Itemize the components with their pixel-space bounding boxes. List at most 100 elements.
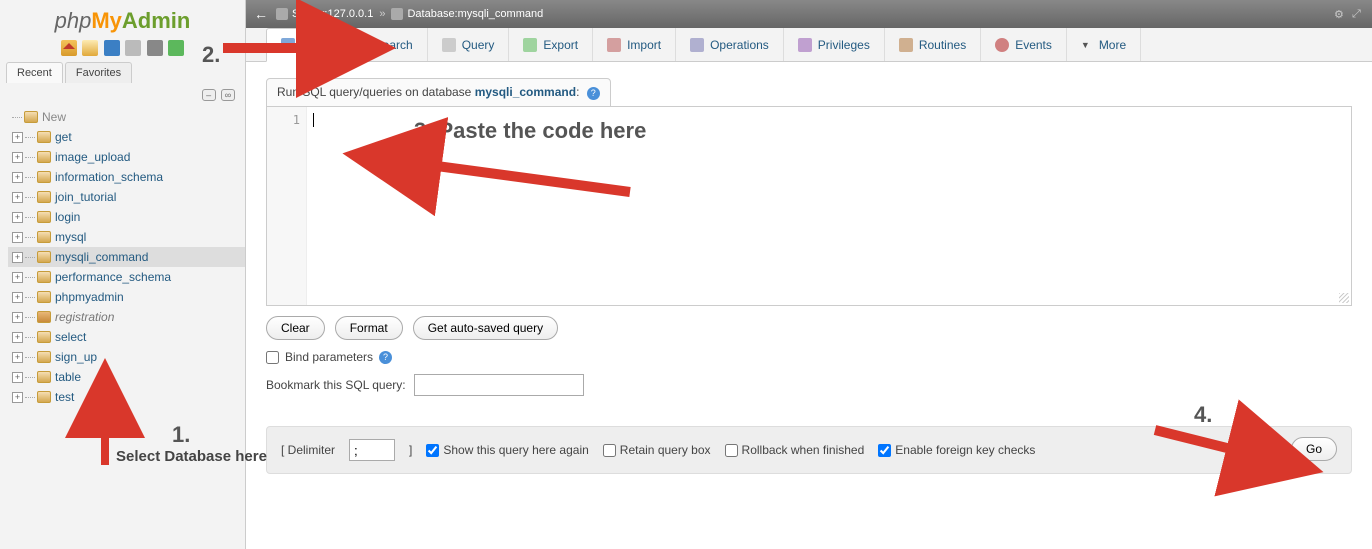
navi-icon[interactable] <box>125 40 141 56</box>
expand-icon[interactable]: ⤢ <box>1352 8 1364 20</box>
database-icon <box>37 311 51 323</box>
export-icon <box>523 38 537 52</box>
tree-item-registration[interactable]: + registration <box>8 307 245 327</box>
expand-icon[interactable]: + <box>12 352 23 363</box>
expand-icon[interactable]: + <box>12 272 23 283</box>
tab-favorites[interactable]: Favorites <box>65 62 132 83</box>
retain-option[interactable]: Retain query box <box>603 443 711 457</box>
tab-query[interactable]: Query <box>428 28 510 61</box>
expand-icon[interactable]: + <box>12 192 23 203</box>
editor-textarea[interactable] <box>307 107 1351 305</box>
collapse-all-icon[interactable]: – <box>202 89 216 101</box>
expand-icon[interactable]: + <box>12 152 23 163</box>
tree-item-table[interactable]: +table <box>8 367 245 387</box>
tree-item-image-upload[interactable]: +image_upload <box>8 147 245 167</box>
expand-icon[interactable]: + <box>12 252 23 263</box>
fk-checkbox[interactable] <box>878 444 891 457</box>
expand-icon[interactable]: + <box>12 312 23 323</box>
panel-pre: Run SQL query/queries on database <box>277 85 475 99</box>
tab-more[interactable]: ▼More <box>1067 28 1141 61</box>
tree-item-label: login <box>55 210 80 224</box>
tab-privileges[interactable]: Privileges <box>784 28 885 61</box>
tree-item-label: phpmyadmin <box>55 290 124 304</box>
tab-routines-label: Routines <box>919 38 966 52</box>
show-again-checkbox[interactable] <box>426 444 439 457</box>
tree-item-login[interactable]: + login <box>8 207 245 227</box>
back-arrow-icon[interactable]: ← <box>254 6 268 22</box>
docs-icon[interactable] <box>104 40 120 56</box>
show-again-option[interactable]: Show this query here again <box>426 443 588 457</box>
tab-sql[interactable]: SQL <box>266 28 341 62</box>
logout-icon[interactable] <box>82 40 98 56</box>
tree-item-mysqli-command[interactable]: +mysqli_command <box>8 247 245 267</box>
expand-icon[interactable]: + <box>12 132 23 143</box>
sql-panel-header: Run SQL query/queries on database mysqli… <box>266 78 611 107</box>
go-button[interactable]: Go <box>1291 437 1337 461</box>
rollback-checkbox[interactable] <box>725 444 738 457</box>
fk-option[interactable]: Enable foreign key checks <box>878 443 1035 457</box>
tree-item-join-tutorial[interactable]: +join_tutorial <box>8 187 245 207</box>
reload-icon[interactable] <box>168 40 184 56</box>
tree-item-phpmyadmin[interactable]: + phpmyadmin <box>8 287 245 307</box>
sql-editor[interactable]: 1 <box>266 106 1352 306</box>
expand-icon[interactable]: + <box>12 332 23 343</box>
server-name[interactable]: 127.0.0.1 <box>327 8 373 20</box>
help-icon[interactable]: ? <box>379 351 392 364</box>
expand-icon[interactable]: + <box>12 212 23 223</box>
tab-query-label: Query <box>462 38 495 52</box>
expand-icon[interactable]: + <box>12 392 23 403</box>
expand-icon[interactable]: + <box>12 232 23 243</box>
delimiter-input[interactable] <box>349 439 395 461</box>
expand-icon[interactable]: + <box>12 172 23 183</box>
tree-item-get[interactable]: + get <box>8 127 245 147</box>
bookmark-input[interactable] <box>414 374 584 396</box>
tree-item-performance-schema[interactable]: +performance_schema <box>8 267 245 287</box>
tree-controls: – ∞ <box>0 83 245 105</box>
retain-checkbox[interactable] <box>603 444 616 457</box>
tree-item-sign-up[interactable]: +sign_up <box>8 347 245 367</box>
tab-search[interactable]: Search <box>341 28 428 61</box>
bind-params-checkbox[interactable] <box>266 351 279 364</box>
tab-operations[interactable]: Operations <box>676 28 784 61</box>
tab-routines[interactable]: Routines <box>885 28 981 61</box>
resize-handle-icon[interactable] <box>1339 293 1349 303</box>
tab-search-label: Search <box>375 38 413 52</box>
tree-item-information-schema[interactable]: +information_schema <box>8 167 245 187</box>
tree-connector <box>25 377 35 378</box>
tab-events[interactable]: Events <box>981 28 1067 61</box>
db-name[interactable]: mysqli_command <box>458 8 544 20</box>
tree-item-test[interactable]: +test <box>8 387 245 407</box>
autosaved-button[interactable]: Get auto-saved query <box>413 316 558 340</box>
clear-button[interactable]: Clear <box>266 316 325 340</box>
operations-icon <box>690 38 704 52</box>
tree-item-label: get <box>55 130 72 144</box>
tab-recent[interactable]: Recent <box>6 62 63 83</box>
tree-connector <box>25 357 35 358</box>
database-icon <box>37 271 51 283</box>
home-icon[interactable] <box>61 40 77 56</box>
footer-bar: [ Delimiter ] Show this query here again… <box>266 426 1352 474</box>
format-button[interactable]: Format <box>335 316 403 340</box>
fk-label: Enable foreign key checks <box>895 443 1035 457</box>
tree-item-label: registration <box>55 310 114 324</box>
tree-item-mysql[interactable]: +mysql <box>8 227 245 247</box>
tree-item-select[interactable]: + select <box>8 327 245 347</box>
sql-icon <box>281 38 295 52</box>
page-settings-icon[interactable]: ⚙ <box>1334 8 1346 20</box>
tree-item-label: select <box>55 330 86 344</box>
rollback-option[interactable]: Rollback when finished <box>725 443 865 457</box>
help-icon[interactable]: ? <box>587 87 600 100</box>
tab-import[interactable]: Import <box>593 28 676 61</box>
database-icon <box>37 191 51 203</box>
expand-icon[interactable]: + <box>12 372 23 383</box>
link-icon[interactable]: ∞ <box>221 89 235 101</box>
database-icon <box>37 251 51 263</box>
import-icon <box>607 38 621 52</box>
settings-icon[interactable] <box>147 40 163 56</box>
sidebar-icon-row <box>0 38 245 62</box>
tree-item-New[interactable]: New <box>8 107 245 127</box>
expand-icon[interactable]: + <box>12 292 23 303</box>
delimiter-close: ] <box>409 443 412 457</box>
logo-php: php <box>55 8 92 33</box>
tab-export[interactable]: Export <box>509 28 593 61</box>
